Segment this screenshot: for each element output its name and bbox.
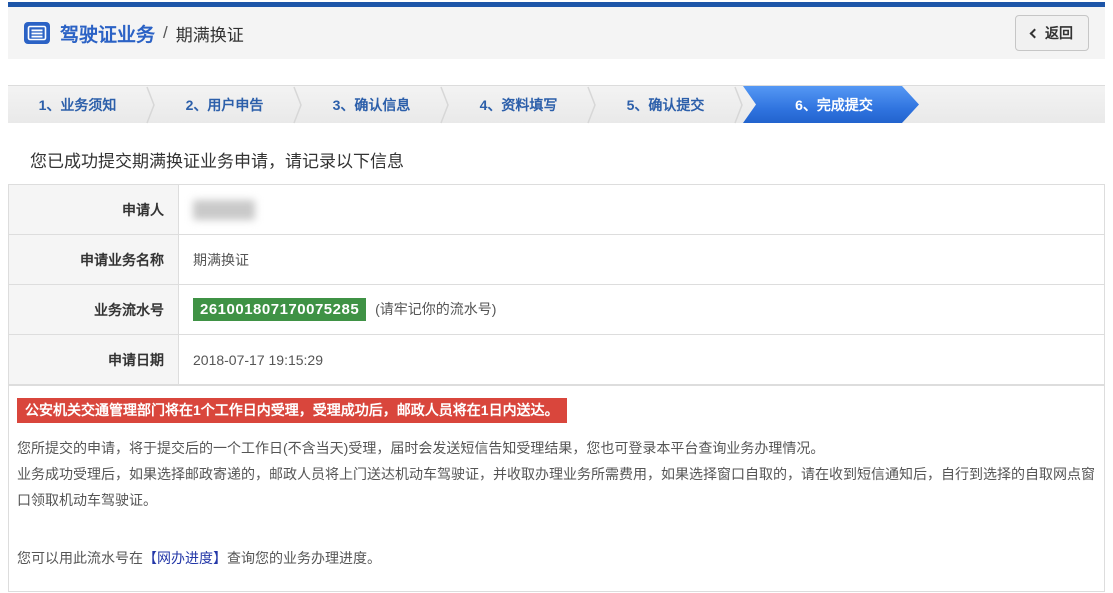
table-row-applicant: 申请人: [9, 185, 1105, 235]
step-1-business-notice: 1、业务须知: [8, 86, 147, 123]
business-name-value: 期满换证: [179, 235, 1105, 285]
list-icon: [24, 22, 50, 44]
success-message: 您已成功提交期满换证业务申请，请记录以下信息: [8, 147, 1105, 172]
step-bar-filler: [919, 86, 1105, 123]
serial-number-label: 业务流水号: [9, 285, 179, 335]
progress-query-line: 您可以用此流水号在【网办进度】查询您的业务办理进度。: [17, 545, 1096, 571]
serial-number-note: (请牢记你的流水号): [375, 301, 496, 317]
progress-query-suffix: 查询您的业务办理进度。: [227, 550, 381, 566]
page-header: 驾驶证业务 / 期满换证 返回: [8, 7, 1105, 59]
business-name-label: 申请业务名称: [9, 235, 179, 285]
step-separator-icon: [441, 86, 449, 123]
back-button-label: 返回: [1045, 23, 1073, 43]
step-6-submission-complete: 6、完成提交: [743, 86, 919, 123]
progress-query-emphasis: 【网办进度】: [143, 550, 227, 566]
page-container: 驾驶证业务 / 期满换证 返回 1、业务须知 2、用户申告 3、确认信息 4、资…: [8, 2, 1105, 592]
redacted-applicant-name: [193, 200, 255, 220]
notice-box: 公安机关交通管理部门将在1个工作日内受理，受理成功后，邮政人员将在1日内送达。 …: [8, 385, 1105, 592]
step-progress-bar: 1、业务须知 2、用户申告 3、确认信息 4、资料填写 5、确认提交 6、完成提…: [8, 85, 1105, 123]
applicant-value: [179, 185, 1105, 235]
applicant-label: 申请人: [9, 185, 179, 235]
step-separator-icon: [735, 86, 743, 123]
application-date-label: 申请日期: [9, 335, 179, 385]
serial-number-value: 261001807170075285 (请牢记你的流水号): [179, 285, 1105, 335]
step-separator-icon: [147, 86, 155, 123]
table-row-application-date: 申请日期 2018-07-17 19:15:29: [9, 335, 1105, 385]
progress-query-prefix: 您可以用此流水号在: [17, 550, 143, 566]
step-2-user-declaration: 2、用户申告: [155, 86, 294, 123]
serial-number-badge: 261001807170075285: [193, 298, 366, 321]
application-info-table: 申请人 申请业务名称 期满换证 业务流水号 261001807170075285…: [8, 184, 1105, 385]
table-row-business-name: 申请业务名称 期满换证: [9, 235, 1105, 285]
chevron-left-icon: [1030, 29, 1040, 39]
notice-paragraph-2: 业务成功受理后，如果选择邮政寄递的，邮政人员将上门送达机动车驾驶证，并收取办理业…: [17, 461, 1096, 513]
step-separator-icon: [588, 86, 596, 123]
step-5-confirm-submit: 5、确认提交: [596, 86, 735, 123]
table-row-serial-number: 业务流水号 261001807170075285 (请牢记你的流水号): [9, 285, 1105, 335]
step-separator-icon: [294, 86, 302, 123]
notice-paragraph-1: 您所提交的申请，将于提交后的一个工作日(不含当天)受理，届时会发送短信告知受理结…: [17, 435, 1096, 461]
processing-alert-banner: 公安机关交通管理部门将在1个工作日内受理，受理成功后，邮政人员将在1日内送达。: [17, 398, 567, 423]
step-3-confirm-info: 3、确认信息: [302, 86, 441, 123]
step-4-fill-materials: 4、资料填写: [449, 86, 588, 123]
page-title: 驾驶证业务: [60, 20, 155, 47]
breadcrumb-divider: /: [163, 23, 168, 43]
application-date-value: 2018-07-17 19:15:29: [179, 335, 1105, 385]
notice-paragraphs: 您所提交的申请，将于提交后的一个工作日(不含当天)受理，届时会发送短信告知受理结…: [17, 435, 1096, 513]
breadcrumb-current: 期满换证: [176, 21, 244, 46]
back-button[interactable]: 返回: [1015, 15, 1089, 51]
